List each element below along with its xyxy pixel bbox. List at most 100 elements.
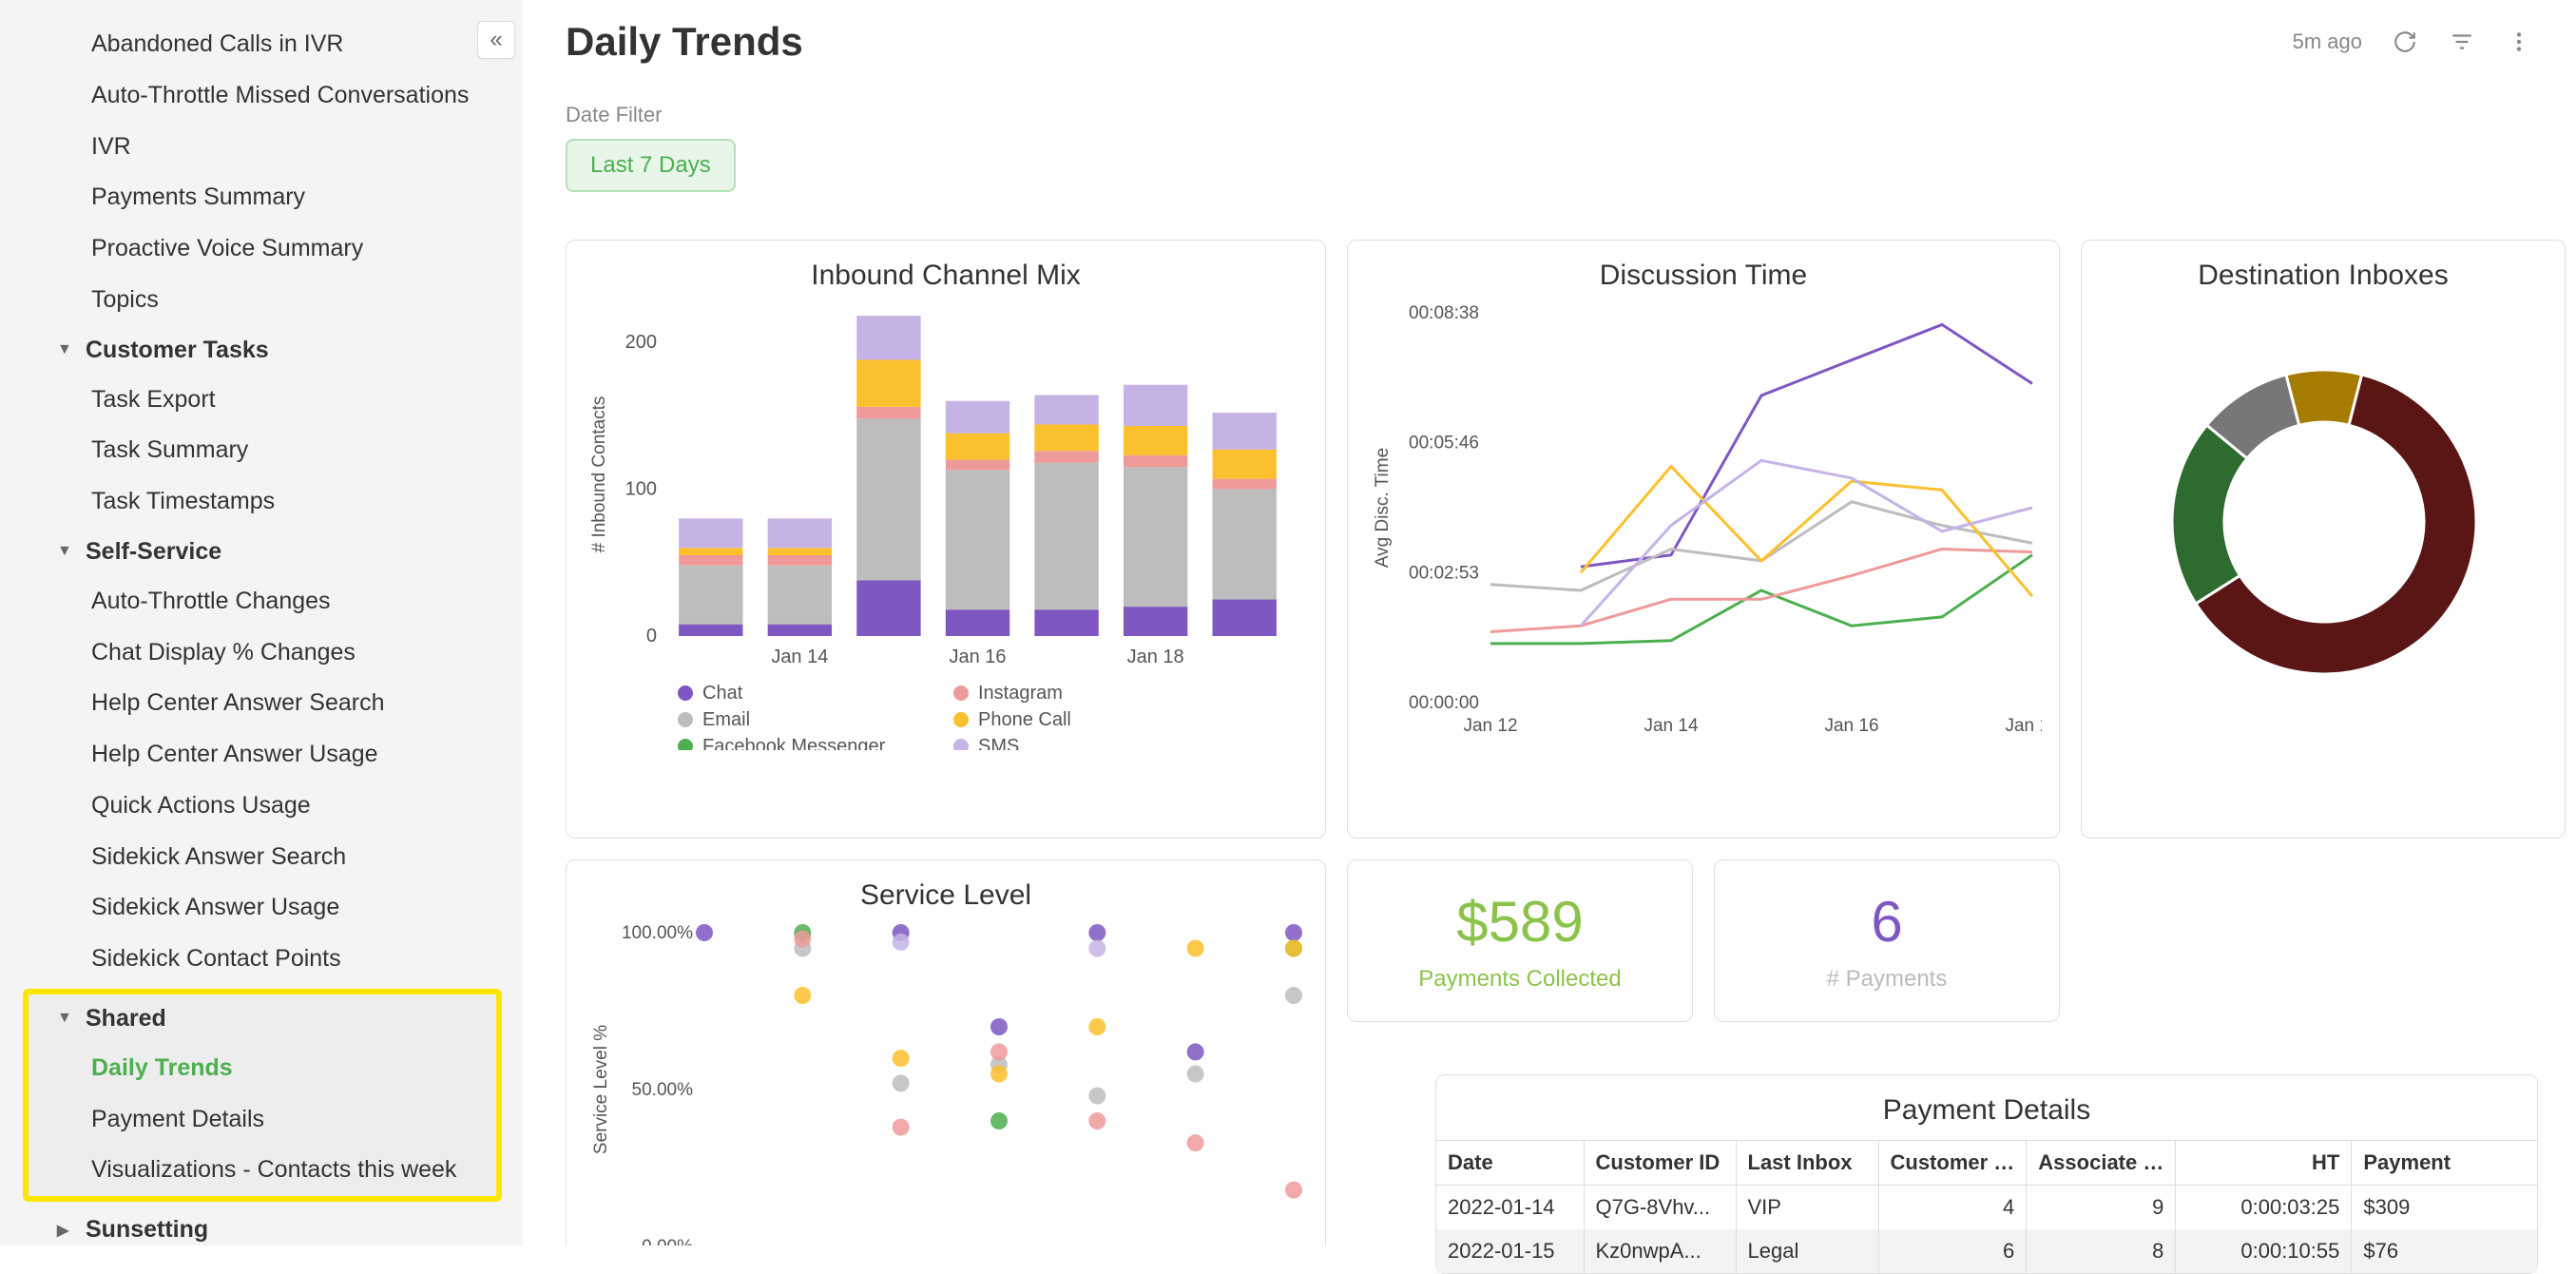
sidebar-item[interactable]: Topics <box>0 275 523 326</box>
svg-text:00:08:38: 00:08:38 <box>1409 303 1479 323</box>
sidebar-group-header[interactable]: ▼ Self-Service <box>0 528 523 576</box>
payment-details-table: DateCustomer IDLast InboxCustomer …Assoc… <box>1436 1140 2537 1245</box>
service-level-card: Service Level 0.00% 50.00% 100.00% Service … <box>566 859 1326 1245</box>
sidebar-group-label: Sunsetting <box>86 1216 208 1244</box>
destination-inboxes-chart <box>2101 303 2547 807</box>
caret-down-icon: ▼ <box>57 543 72 560</box>
filter-label: Date Filter <box>566 103 2533 127</box>
table-cell: 2022-01-14 <box>1436 1186 1584 1230</box>
svg-text:Jan 14: Jan 14 <box>771 647 828 667</box>
kpi-label: Payments Collected <box>1357 966 1682 993</box>
sidebar-item[interactable]: Sidekick Answer Search <box>0 832 523 883</box>
table-row[interactable]: 2022-01-14Q7G-8Vhv...VIP490:00:03:25$309 <box>1436 1186 2537 1230</box>
sidebar-item[interactable]: Sidekick Answer Usage <box>0 882 523 934</box>
svg-text:100.00%: 100.00% <box>622 923 693 943</box>
table-cell: 0:00:03:25 <box>2176 1186 2352 1230</box>
sidebar-group-header[interactable]: ▼Shared <box>29 994 496 1043</box>
sidebar-group-label: Customer Tasks <box>86 337 269 364</box>
table-header[interactable]: Customer ID <box>1584 1141 1736 1186</box>
sidebar-item[interactable]: Task Summary <box>0 425 523 476</box>
table-cell: $76 <box>2352 1229 2537 1245</box>
svg-text:100: 100 <box>625 478 657 499</box>
sidebar-item[interactable]: Help Center Answer Search <box>0 678 523 729</box>
last-updated-label: 5m ago <box>2293 29 2362 54</box>
table-header[interactable]: Date <box>1436 1141 1584 1186</box>
table-cell: 0:00:10:55 <box>2176 1229 2352 1245</box>
header-actions: 5m ago <box>2293 28 2533 56</box>
table-cell: 2022-01-15 <box>1436 1229 1584 1245</box>
svg-text:Jan 14: Jan 14 <box>1644 716 1698 736</box>
svg-text:Jan 18: Jan 18 <box>2005 716 2042 736</box>
svg-text:Jan 16: Jan 16 <box>949 647 1006 667</box>
main-content: Daily Trends 5m ago Date Filter Last 7 D… <box>523 0 2576 1245</box>
more-icon[interactable] <box>2505 28 2533 56</box>
table-cell: Kz0nwpA... <box>1584 1229 1736 1245</box>
sidebar-item[interactable]: Sidekick Contact Points <box>0 934 523 985</box>
svg-text:Phone Call: Phone Call <box>978 709 1071 730</box>
refresh-icon[interactable] <box>2391 28 2419 56</box>
destination-inboxes-card: Destination Inboxes <box>2081 240 2566 839</box>
svg-text:Jan 12: Jan 12 <box>1463 716 1517 736</box>
sidebar-group-label: Self-Service <box>86 538 221 566</box>
table-header[interactable]: Associate … <box>2027 1141 2176 1186</box>
sidebar-item[interactable]: Abandoned Calls in IVR <box>0 19 523 70</box>
payment-details-table-card: Payment Details DateCustomer IDLast Inbo… <box>1435 1074 2538 1245</box>
svg-text:Instagram: Instagram <box>978 683 1063 704</box>
svg-text:00:00:00: 00:00:00 <box>1409 693 1479 713</box>
kpi-value: 6 <box>1724 889 2049 955</box>
svg-text:0.00%: 0.00% <box>642 1237 693 1245</box>
svg-text:Facebook Messenger: Facebook Messenger <box>702 736 886 750</box>
sidebar-item[interactable]: Auto-Throttle Missed Conversations <box>0 70 523 122</box>
chart-title: Destination Inboxes <box>2101 260 2546 292</box>
table-cell: $309 <box>2352 1186 2537 1230</box>
svg-text:# Inbound Contacts: # Inbound Contacts <box>589 396 609 553</box>
svg-text:00:05:46: 00:05:46 <box>1409 434 1479 454</box>
table-cell: 9 <box>2027 1186 2176 1230</box>
chart-title: Service Level <box>586 879 1306 912</box>
table-cell: Legal <box>1736 1229 1878 1245</box>
caret-down-icon: ▼ <box>57 1010 72 1027</box>
table-header[interactable]: HT <box>2176 1141 2352 1186</box>
sidebar-group-header[interactable]: ▼ Customer Tasks <box>0 326 523 375</box>
sidebar-item[interactable]: Visualizations - Contacts this week <box>29 1145 496 1196</box>
sidebar-item[interactable]: IVR <box>0 122 523 173</box>
sidebar-item[interactable]: Task Timestamps <box>0 476 523 528</box>
sidebar-item[interactable]: Proactive Voice Summary <box>0 223 523 275</box>
table-header[interactable]: Customer … <box>1878 1141 2027 1186</box>
sidebar-item[interactable]: Daily Trends <box>29 1043 496 1094</box>
sidebar-item[interactable]: Payments Summary <box>0 172 523 223</box>
table-row[interactable]: 2022-01-15Kz0nwpA...Legal680:00:10:55$76 <box>1436 1229 2537 1245</box>
svg-text:50.00%: 50.00% <box>632 1080 694 1100</box>
date-filter-section: Date Filter Last 7 Days <box>566 103 2533 192</box>
inbound-channel-mix-chart: 0100200# Inbound ContactsJan 14Jan 16Jan… <box>586 303 1308 750</box>
svg-text:0: 0 <box>646 626 657 647</box>
svg-text:Email: Email <box>702 709 750 730</box>
sidebar-collapse-button[interactable]: « <box>477 21 515 59</box>
sidebar-item[interactable]: Auto-Throttle Changes <box>0 576 523 627</box>
date-filter-chip[interactable]: Last 7 Days <box>566 139 736 192</box>
service-level-chart: 0.00%50.00%100.00%Service Level %Jan 12J… <box>586 923 1308 1245</box>
table-cell: 6 <box>1878 1229 2027 1245</box>
caret-right-icon: ▶ <box>57 1221 72 1240</box>
discussion-time-card: Discussion Time 00:00:0000:02:5300:05:46… <box>1347 240 2060 839</box>
filter-icon[interactable] <box>2448 28 2476 56</box>
chart-title: Inbound Channel Mix <box>586 260 1306 292</box>
caret-down-icon: ▼ <box>57 341 72 358</box>
sidebar-item[interactable]: Task Export <box>0 375 523 426</box>
kpi-label: # Payments <box>1724 966 2049 993</box>
svg-text:Service Level %: Service Level % <box>591 1025 611 1154</box>
discussion-time-chart: 00:00:0000:02:5300:05:4600:08:38Avg Disc… <box>1367 303 2042 750</box>
chart-title: Discussion Time <box>1367 260 2040 292</box>
svg-text:Jan 18: Jan 18 <box>1127 647 1184 667</box>
sidebar-item[interactable]: Chat Display % Changes <box>0 627 523 679</box>
payments-collected-kpi: $589 Payments Collected <box>1347 859 1693 1022</box>
sidebar: « Abandoned Calls in IVRAuto-Throttle Mi… <box>0 0 523 1245</box>
table-cell: Q7G-8Vhv... <box>1584 1186 1736 1230</box>
sidebar-item[interactable]: Payment Details <box>29 1094 496 1146</box>
sidebar-group-header[interactable]: ▶ Sunsetting <box>0 1206 523 1245</box>
table-header[interactable]: Last Inbox <box>1736 1141 1878 1186</box>
sidebar-item[interactable]: Quick Actions Usage <box>0 781 523 832</box>
table-header[interactable]: Payment <box>2352 1141 2537 1186</box>
table-cell: 4 <box>1878 1186 2027 1230</box>
sidebar-item[interactable]: Help Center Answer Usage <box>0 729 523 781</box>
